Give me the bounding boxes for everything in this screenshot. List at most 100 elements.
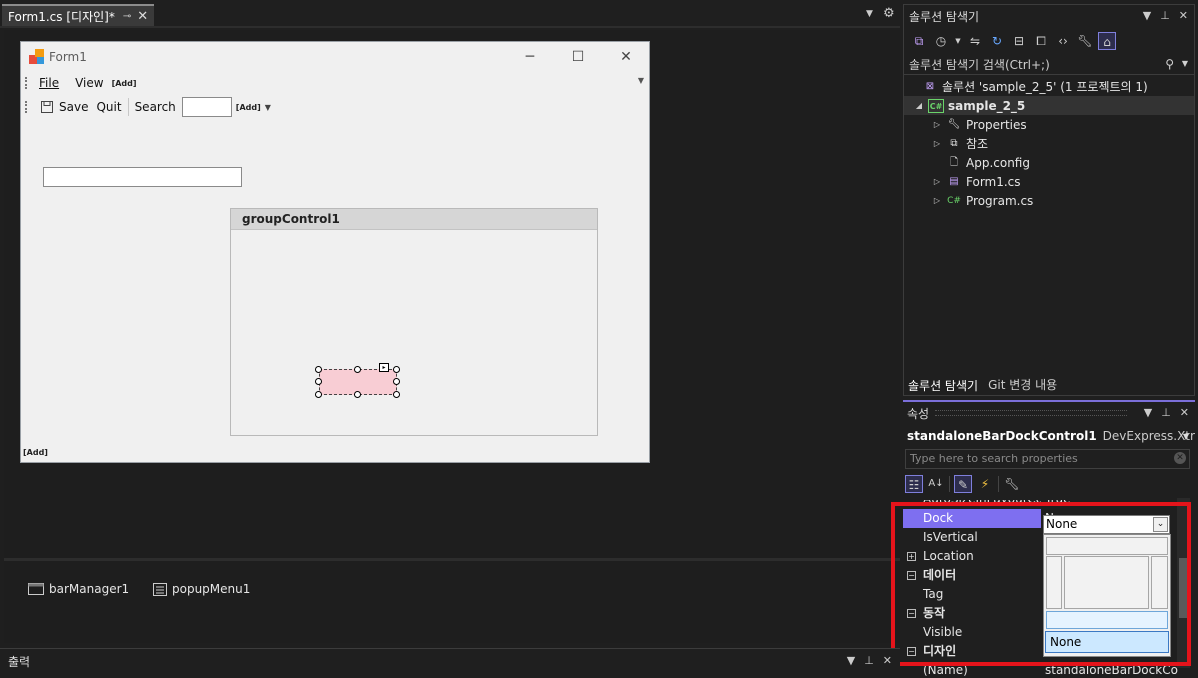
minimize-icon[interactable]: ─	[508, 46, 552, 68]
resize-handle[interactable]	[354, 391, 361, 398]
maximize-icon[interactable]: ☐	[556, 46, 600, 68]
expand-caret-icon[interactable]: ▷	[932, 196, 942, 205]
tab-form1-designer[interactable]: Form1.cs [디자인]* ⊸ ✕	[2, 4, 154, 26]
form-titlebar[interactable]: Form1 ─ ☐ ✕	[21, 42, 649, 72]
show-all-files-icon[interactable]: ⧠	[1032, 32, 1050, 50]
gear-icon[interactable]: ⚙	[883, 6, 895, 21]
tree-node-label: Properties	[966, 117, 1027, 132]
toolbar-add-dropdown-icon[interactable]: ▼	[265, 103, 271, 112]
property-pages-wrench-icon[interactable]: 🔧︎	[1003, 475, 1021, 493]
pin-tab-icon[interactable]: ⊸	[123, 11, 131, 22]
pin-icon[interactable]: ⊥	[1161, 406, 1171, 419]
tree-node-label: Form1.cs	[966, 174, 1021, 189]
property-search-input[interactable]: Type here to search properties ✕	[905, 449, 1190, 469]
dropdown-icon[interactable]: ▼	[954, 32, 962, 50]
tab-overflow-dropdown-icon[interactable]: ▼	[866, 9, 873, 19]
close-tab-icon[interactable]: ✕	[137, 9, 148, 24]
chevron-down-icon[interactable]: ▼	[1183, 432, 1189, 441]
close-icon[interactable]: ✕	[1180, 406, 1189, 419]
tree-node-properties[interactable]: ▷ 🔧︎ Properties	[904, 115, 1194, 134]
properties-wrench-icon[interactable]: 🔧︎	[1076, 32, 1094, 50]
resize-handle[interactable]	[393, 391, 400, 398]
tray-item-label: popupMenu1	[172, 582, 251, 596]
close-icon[interactable]: ✕	[1179, 9, 1188, 22]
panel-title-text: 솔루션 탐색기	[909, 9, 980, 24]
tray-item-popupmenu[interactable]: popupMenu1	[153, 582, 250, 596]
tab-git-changes[interactable]: Git 변경 내용	[982, 376, 1063, 393]
solution-explorer-search[interactable]: 솔루션 탐색기 검색(Ctrl+;) ⚲ ▼	[904, 55, 1194, 75]
save-icon[interactable]	[41, 101, 53, 113]
panel-menu-icon[interactable]: ▼	[847, 654, 855, 667]
form-file-icon: ▤	[949, 175, 959, 187]
tree-node-project[interactable]: ◢ C# sample_2_5	[904, 96, 1194, 115]
form1-window[interactable]: Form1 ─ ☐ ✕ File View [Add] ▼ Save Quit …	[20, 41, 650, 463]
smart-tag-icon[interactable]: ▸	[379, 363, 389, 372]
tree-node-label: Program.cs	[966, 193, 1034, 208]
resize-handle[interactable]	[315, 378, 322, 385]
tab-solution-explorer[interactable]: 솔루션 탐색기	[904, 373, 983, 395]
pin-icon[interactable]: ⊥	[1160, 9, 1170, 22]
references-icon: ⧉	[950, 137, 958, 149]
categorized-icon[interactable]: ☷	[905, 475, 923, 493]
events-lightning-icon[interactable]: ⚡	[976, 475, 994, 493]
tree-node-references[interactable]: ▷ ⧉ 참조	[904, 134, 1194, 153]
sync-icon[interactable]: ⇋	[966, 32, 984, 50]
panel-menu-icon[interactable]: ▼	[1144, 406, 1152, 419]
search-label: Search	[134, 100, 176, 114]
form-app-icon	[29, 49, 45, 65]
resize-handle[interactable]	[315, 391, 322, 398]
expand-caret-icon[interactable]: ▷	[932, 177, 942, 186]
tree-node-label: 솔루션 'sample_2_5' (1 프로젝트의 1)	[942, 80, 1148, 94]
quit-button[interactable]: Quit	[96, 100, 121, 114]
clear-search-icon[interactable]: ✕	[1174, 452, 1186, 464]
tree-node-solution[interactable]: ⊠ 솔루션 'sample_2_5' (1 프로젝트의 1)	[904, 77, 1194, 96]
search-icon[interactable]: ⚲	[1165, 57, 1174, 71]
pending-changes-icon[interactable]: ◷	[932, 32, 950, 50]
pin-icon[interactable]: ⊥	[864, 654, 874, 667]
output-title: 출력	[8, 655, 31, 669]
refresh-icon[interactable]: ↻	[988, 32, 1006, 50]
close-icon[interactable]: ✕	[883, 654, 892, 667]
panel-menu-icon[interactable]: ▼	[1143, 9, 1151, 22]
selected-object-combo[interactable]: standaloneBarDockControl1 DevExpress.Xtr…	[907, 426, 1195, 446]
tree-node-program[interactable]: ▷ C# Program.cs	[904, 191, 1194, 210]
form-textbox[interactable]	[43, 167, 242, 187]
tray-item-barmanager[interactable]: barManager1	[28, 582, 129, 596]
csharp-file-icon: C#	[947, 195, 961, 206]
resize-handle[interactable]	[393, 378, 400, 385]
menu-add-link[interactable]: [Add]	[112, 79, 137, 88]
tree-node-appconfig[interactable]: 🗋︎ App.config	[904, 153, 1194, 172]
resize-handle[interactable]	[315, 366, 322, 373]
expand-caret-icon[interactable]: ▷	[932, 120, 942, 129]
wrench-icon: 🔧︎	[947, 118, 961, 130]
save-button[interactable]: Save	[59, 100, 88, 114]
resize-handle[interactable]	[354, 366, 361, 373]
collapse-caret-icon[interactable]: ◢	[914, 101, 924, 110]
tree-node-label: sample_2_5	[948, 98, 1026, 113]
toolbar-search-input[interactable]	[181, 97, 232, 117]
collapse-all-icon[interactable]: ⊟	[1010, 32, 1028, 50]
toolbar-add-link[interactable]: [Add]	[236, 103, 261, 112]
menu-view[interactable]: View	[75, 76, 103, 90]
view-code-icon[interactable]: ‹›	[1054, 32, 1072, 50]
toolbar-grip-icon[interactable]	[25, 101, 27, 113]
alphabetical-icon[interactable]: A↓	[927, 475, 945, 493]
form-bottom-add-link[interactable]: [Add]	[23, 448, 48, 457]
menubar-grip-icon[interactable]	[25, 77, 27, 89]
tree-node-form1[interactable]: ▷ ▤ Form1.cs	[904, 172, 1194, 191]
properties-view-icon[interactable]: ✎	[954, 475, 972, 493]
preview-selected-icon[interactable]: ⌂	[1098, 32, 1116, 50]
expand-caret-icon[interactable]: ▷	[932, 139, 942, 148]
tab-label: Form1.cs [디자인]*	[8, 9, 115, 24]
tree-node-label: 참조	[966, 137, 989, 151]
tray-item-label: barManager1	[49, 582, 130, 596]
group-control[interactable]: groupControl1 ▸	[230, 208, 598, 436]
search-options-icon[interactable]: ▼	[1182, 59, 1188, 68]
popup-menu-icon	[153, 582, 167, 596]
menu-file[interactable]: File	[39, 76, 59, 90]
close-icon[interactable]: ✕	[604, 46, 648, 68]
switch-views-icon[interactable]: ⧉	[910, 32, 928, 50]
pane-controls: ▼ ⊥ ✕	[1144, 406, 1189, 419]
menubar-customize-icon[interactable]: ▼	[638, 76, 644, 85]
resize-handle[interactable]	[393, 366, 400, 373]
